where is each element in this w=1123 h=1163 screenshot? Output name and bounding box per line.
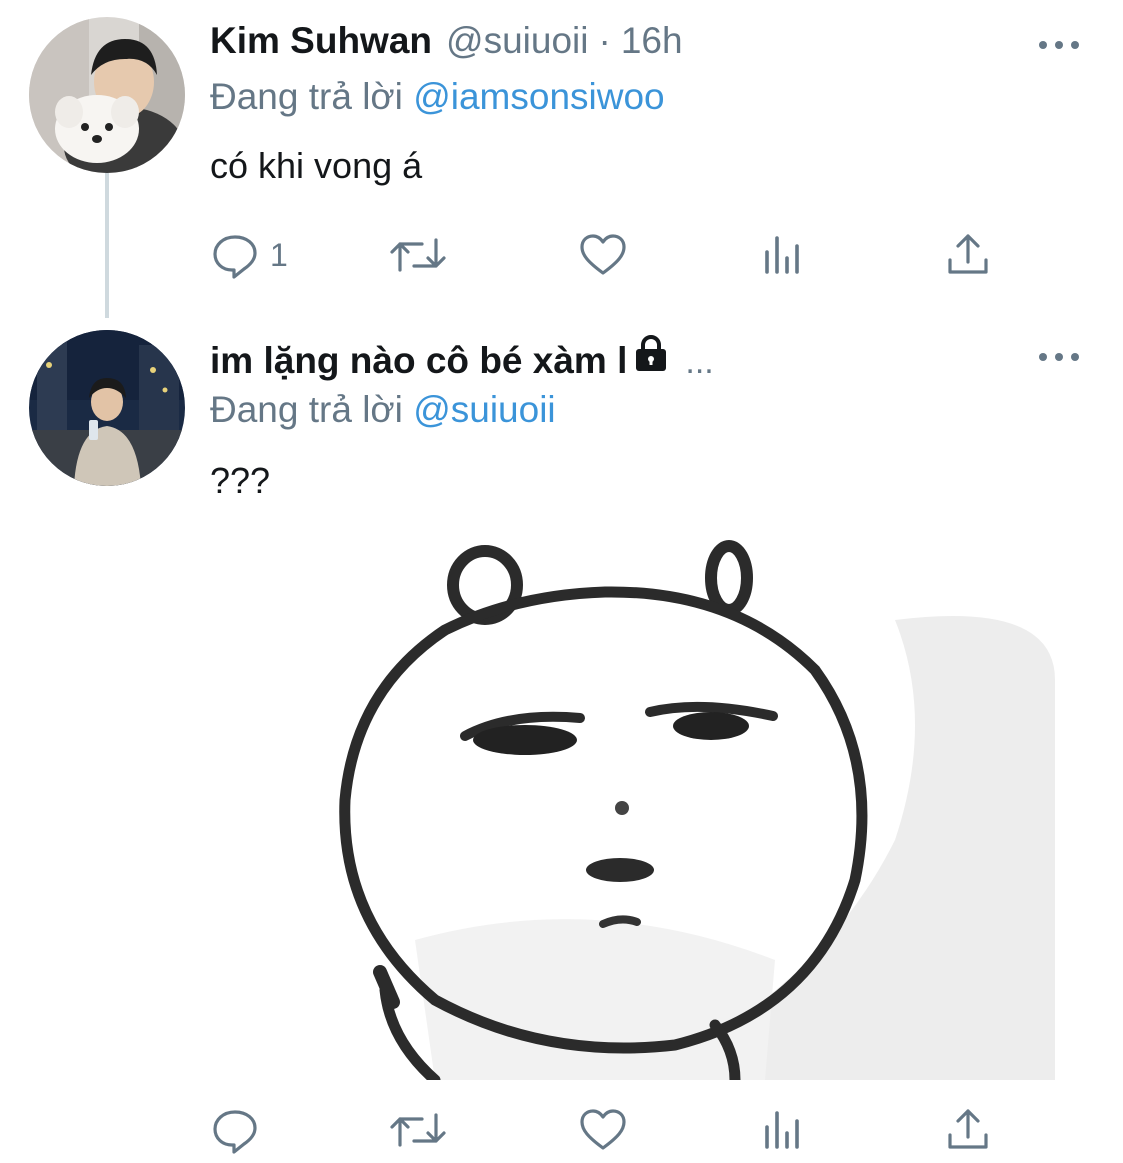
retweet-button[interactable] [388, 1105, 448, 1155]
tweet-media-image[interactable] [295, 540, 1055, 1080]
like-icon [578, 230, 628, 280]
retweet-button[interactable] [388, 230, 448, 280]
reply-button[interactable] [210, 1105, 260, 1155]
reply-icon [210, 230, 260, 280]
retweet-icon [388, 230, 448, 280]
analytics-icon [762, 230, 806, 280]
more-icon[interactable] [1039, 35, 1079, 55]
action-bar: 1 [210, 230, 1000, 280]
more-icon[interactable] [1039, 347, 1079, 367]
tweet-header: Kim Suhwan @suiuoii · 16h [210, 20, 683, 62]
separator-dot: · [598, 20, 611, 61]
share-icon [943, 1105, 993, 1155]
display-name[interactable]: Kim Suhwan [210, 20, 432, 62]
thread-line [105, 173, 109, 318]
like-button[interactable] [578, 1105, 628, 1155]
replying-to: Đang trả lời @suiuoii [210, 389, 556, 431]
reply-icon [210, 1105, 260, 1155]
like-button[interactable] [578, 230, 628, 280]
share-button[interactable] [943, 1105, 993, 1155]
retweet-icon [388, 1105, 448, 1155]
tweet-text: có khi vong á [210, 145, 423, 186]
lock-icon [631, 333, 671, 373]
replying-to: Đang trả lời @iamsonsiwoo [210, 76, 665, 118]
analytics-icon [762, 1105, 806, 1155]
display-name[interactable]: im lặng nào cô bé xàm l [210, 340, 627, 382]
tweet[interactable]: Kim Suhwan @suiuoii · 16h Đang trả lời @… [0, 0, 1123, 318]
username[interactable]: @suiuoii [446, 20, 588, 62]
reply-button[interactable]: 1 [210, 230, 288, 280]
tweet-text: ??? [210, 460, 271, 501]
reply-count: 1 [270, 236, 288, 273]
mention-link[interactable]: @suiuoii [413, 389, 555, 430]
tweet[interactable]: im lặng nào cô bé xàm l ... Đang trả lời… [0, 310, 1123, 1163]
action-bar [210, 1105, 1000, 1155]
share-button[interactable] [943, 230, 993, 280]
replying-to-label: Đang trả lời [210, 389, 414, 430]
analytics-button[interactable] [762, 1105, 806, 1155]
like-icon [578, 1105, 628, 1155]
mention-link[interactable]: @iamsonsiwoo [413, 76, 664, 117]
avatar[interactable] [29, 330, 185, 486]
avatar[interactable] [29, 17, 185, 173]
tweet-header: im lặng nào cô bé xàm l ... [210, 333, 714, 382]
replying-to-label: Đang trả lời [210, 76, 414, 117]
name-overflow: ... [685, 343, 714, 381]
analytics-button[interactable] [762, 230, 806, 280]
timestamp[interactable]: 16h [621, 20, 683, 62]
share-icon [943, 230, 993, 280]
